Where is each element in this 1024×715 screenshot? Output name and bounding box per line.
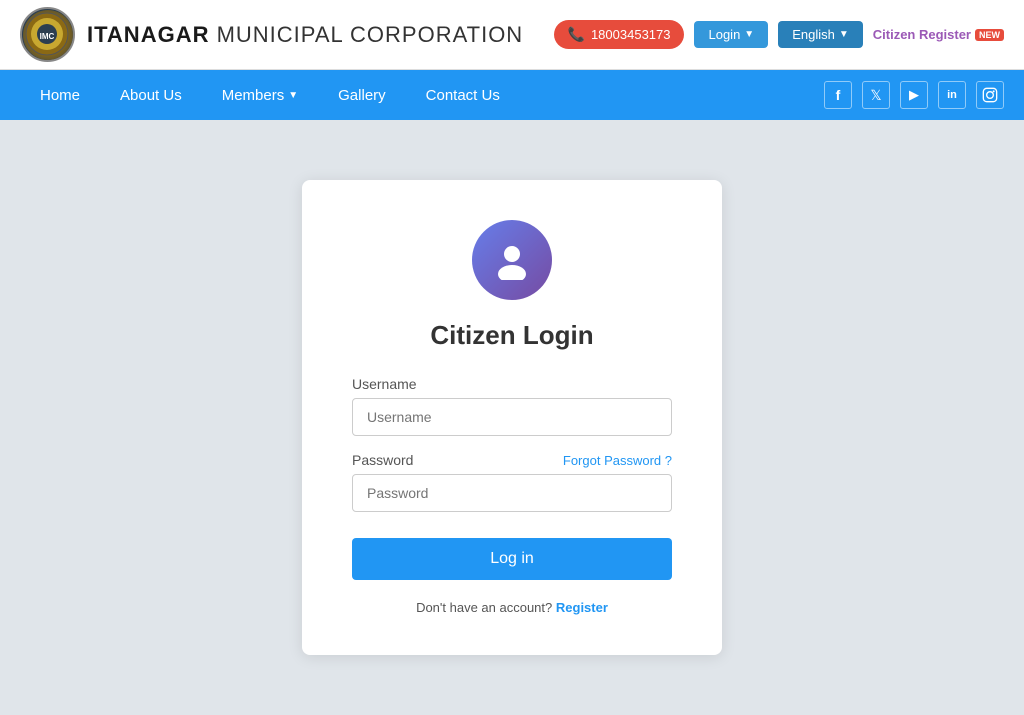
user-avatar bbox=[472, 220, 552, 300]
top-header: IMC ITANAGAR MUNICIPAL CORPORATION 📞 180… bbox=[0, 0, 1024, 70]
citizen-register-button[interactable]: Citizen Register NEW bbox=[873, 27, 1004, 42]
nav-item-contact[interactable]: Contact Us bbox=[406, 73, 520, 118]
facebook-icon[interactable]: f bbox=[824, 81, 852, 109]
youtube-icon[interactable]: ▶ bbox=[900, 81, 928, 109]
new-badge: NEW bbox=[975, 29, 1004, 41]
username-group: Username bbox=[352, 376, 672, 436]
phone-button[interactable]: 📞 18003453173 bbox=[554, 20, 685, 49]
password-header: Password Forgot Password ? bbox=[352, 452, 672, 468]
register-text: Don't have an account? Register bbox=[352, 600, 672, 615]
username-input[interactable] bbox=[352, 398, 672, 436]
login-chevron-icon: ▼ bbox=[744, 29, 754, 40]
language-button[interactable]: English ▼ bbox=[778, 21, 863, 48]
nav-item-home[interactable]: Home bbox=[20, 73, 100, 118]
login-button[interactable]: Login ▼ bbox=[694, 21, 768, 48]
login-card: Citizen Login Username Password Forgot P… bbox=[302, 180, 722, 655]
password-group: Password Forgot Password ? bbox=[352, 452, 672, 512]
user-icon bbox=[492, 240, 532, 280]
instagram-icon[interactable] bbox=[976, 81, 1004, 109]
nav-links: Home About Us Members ▼ Gallery Contact … bbox=[20, 73, 520, 118]
register-link[interactable]: Register bbox=[556, 600, 608, 615]
main-content: Citizen Login Username Password Forgot P… bbox=[0, 120, 1024, 715]
phone-icon: 📞 bbox=[568, 26, 585, 43]
login-title: Citizen Login bbox=[352, 320, 672, 351]
lang-chevron-icon: ▼ bbox=[839, 29, 849, 40]
nav-item-gallery[interactable]: Gallery bbox=[318, 73, 406, 118]
linkedin-icon[interactable]: in bbox=[938, 81, 966, 109]
forgot-password-link[interactable]: Forgot Password ? bbox=[563, 453, 672, 468]
nav-item-members[interactable]: Members ▼ bbox=[202, 73, 318, 118]
username-label: Username bbox=[352, 376, 672, 392]
twitter-icon[interactable]: 𝕏 bbox=[862, 81, 890, 109]
login-submit-button[interactable]: Log in bbox=[352, 538, 672, 580]
password-input[interactable] bbox=[352, 474, 672, 512]
nav-bar: Home About Us Members ▼ Gallery Contact … bbox=[0, 70, 1024, 120]
members-chevron-icon: ▼ bbox=[288, 90, 298, 101]
nav-item-about[interactable]: About Us bbox=[100, 73, 202, 118]
nav-social: f 𝕏 ▶ in bbox=[824, 81, 1004, 109]
password-label: Password bbox=[352, 452, 413, 468]
org-title: ITANAGAR MUNICIPAL CORPORATION bbox=[87, 22, 523, 48]
header-right: 📞 18003453173 Login ▼ English ▼ Citizen … bbox=[554, 20, 1004, 49]
svg-text:IMC: IMC bbox=[40, 32, 55, 41]
org-logo: IMC bbox=[20, 7, 75, 62]
logo-area: IMC ITANAGAR MUNICIPAL CORPORATION bbox=[20, 7, 523, 62]
